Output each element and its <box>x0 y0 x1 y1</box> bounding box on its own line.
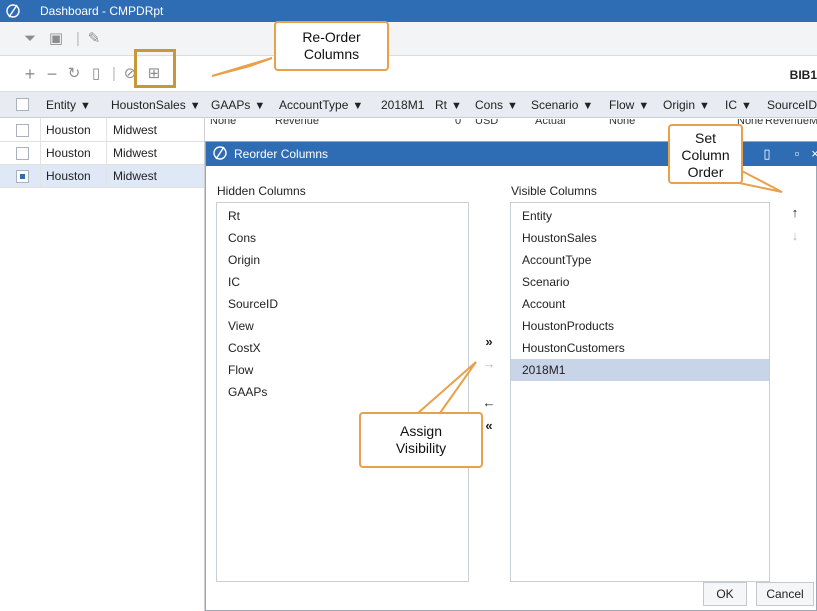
callout-line: Column <box>681 147 730 163</box>
callout-pointers <box>211 57 783 414</box>
callout-line: Re-Order <box>302 29 361 45</box>
visibility-callout-pointer <box>415 361 477 414</box>
reorder-columns-callout: Re-Order Columns <box>274 21 389 71</box>
reorder-callout-pointer <box>211 57 273 77</box>
assign-visibility-callout: Assign Visibility <box>359 412 483 468</box>
callout-line: Columns <box>303 46 360 62</box>
callout-line: Assign <box>399 423 443 439</box>
set-column-order-callout: Set Column Order <box>668 124 743 184</box>
callout-line: Visibility <box>395 440 447 456</box>
callout-line: Set <box>694 130 716 146</box>
callout-line: Order <box>687 164 724 180</box>
